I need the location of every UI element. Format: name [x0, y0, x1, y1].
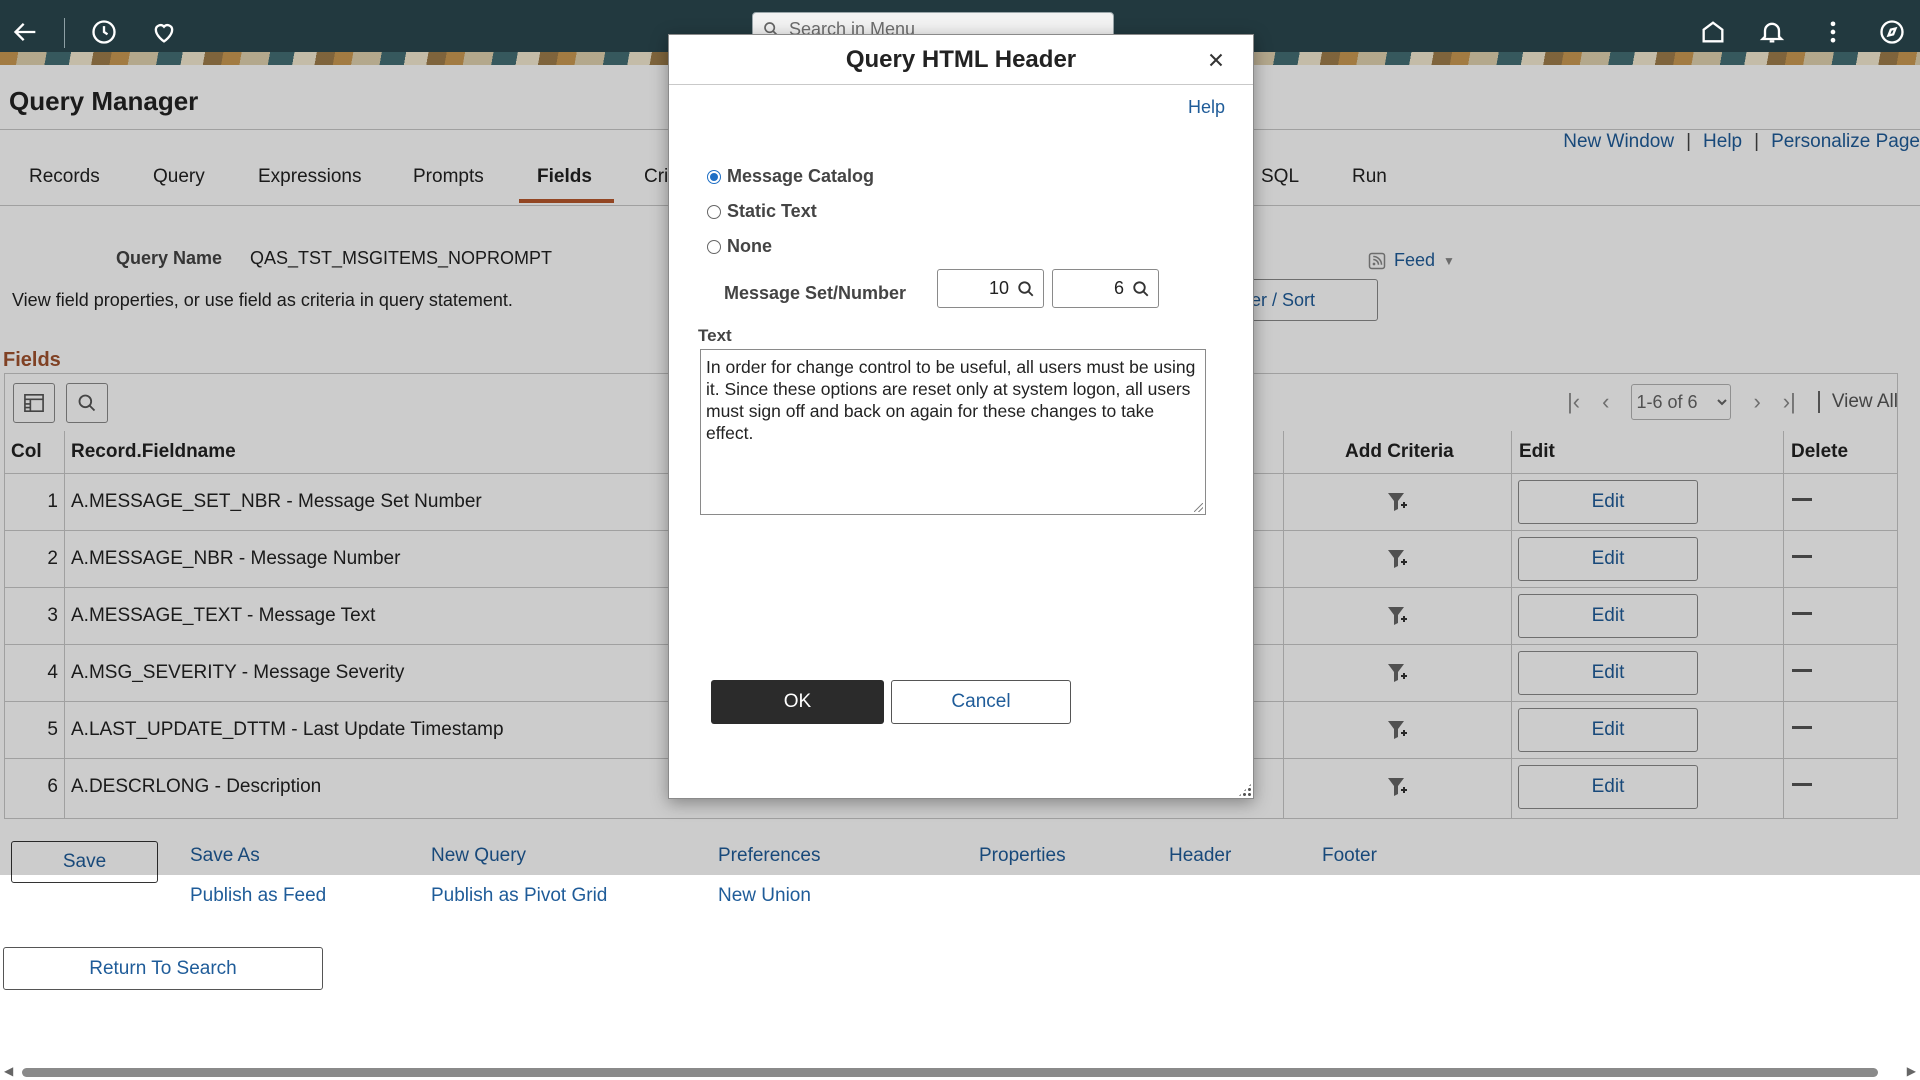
close-icon[interactable] — [1205, 49, 1227, 71]
horizontal-scrollbar[interactable]: ◀ ▶ — [0, 1064, 1920, 1080]
message-set-value: 10 — [988, 278, 1009, 298]
publish-as-pivot-grid-link[interactable]: Publish as Pivot Grid — [431, 885, 607, 907]
text-label: Text — [698, 326, 732, 345]
scrollbar-thumb[interactable] — [22, 1068, 1878, 1077]
dialog-resize-handle[interactable] — [1237, 782, 1253, 798]
message-set-number-label: Message Set/Number — [724, 283, 907, 303]
topbar-separator — [64, 18, 65, 48]
query-html-header-dialog: Query HTML Header Help Message Catalog S… — [668, 34, 1254, 799]
radio-selected[interactable] — [707, 169, 721, 184]
bell-icon[interactable] — [1754, 14, 1790, 50]
scroll-right-icon[interactable]: ▶ — [1907, 1064, 1916, 1078]
message-number-input[interactable]: 6 — [1052, 269, 1159, 308]
option-label: Message Catalog — [727, 166, 875, 186]
lookup-search-icon[interactable] — [1017, 280, 1035, 298]
textarea-resize-handle[interactable] — [1194, 503, 1203, 512]
lookup-search-icon[interactable] — [1132, 280, 1150, 298]
option-label: Static Text — [727, 201, 817, 221]
more-vertical-icon[interactable] — [1815, 14, 1851, 50]
radio-unselected[interactable] — [707, 204, 721, 219]
option-message-catalog[interactable]: Message Catalog — [707, 166, 874, 187]
option-label: None — [727, 236, 772, 256]
option-static-text[interactable]: Static Text — [707, 201, 817, 222]
back-arrow-icon[interactable] — [8, 14, 44, 50]
dialog-help-link[interactable]: Help — [1188, 97, 1225, 118]
dialog-title: Query HTML Header — [669, 35, 1253, 85]
history-icon[interactable] — [86, 14, 122, 50]
return-to-search-button[interactable]: Return To Search — [3, 947, 323, 990]
message-number-value: 6 — [1113, 278, 1124, 298]
cancel-button[interactable]: Cancel — [891, 680, 1071, 724]
home-icon[interactable] — [1695, 14, 1731, 50]
new-union-link[interactable]: New Union — [718, 885, 811, 907]
option-none[interactable]: None — [707, 236, 772, 257]
message-set-input[interactable]: 10 — [937, 269, 1044, 308]
ok-button[interactable]: OK — [711, 680, 884, 724]
header-text-content: In order for change control to be useful… — [706, 357, 1196, 443]
scroll-left-icon[interactable]: ◀ — [4, 1064, 13, 1078]
publish-as-feed-link[interactable]: Publish as Feed — [190, 885, 326, 907]
radio-unselected[interactable] — [707, 239, 721, 254]
header-text-area[interactable]: In order for change control to be useful… — [700, 349, 1206, 515]
compass-icon[interactable] — [1874, 14, 1910, 50]
favorite-heart-icon[interactable] — [146, 14, 182, 50]
